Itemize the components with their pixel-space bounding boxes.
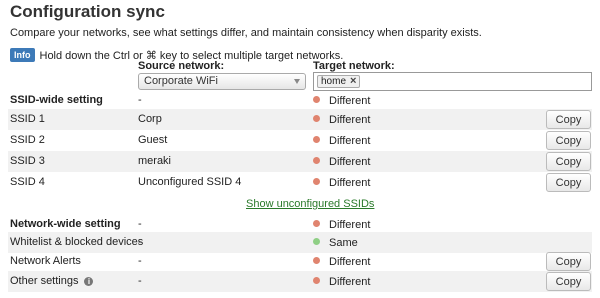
target-network-input[interactable]: home ×	[313, 72, 592, 91]
copy-button[interactable]: Copy	[546, 252, 591, 271]
copy-button[interactable]: Copy	[546, 173, 591, 192]
table-row-ssid-1: SSID 1 Corp Different Copy	[8, 109, 592, 130]
status-text: Different	[329, 114, 371, 126]
target-network-label: Target network:	[313, 60, 395, 72]
status-dot	[313, 220, 320, 227]
source-value: -	[138, 236, 142, 248]
table-row-network-alerts: Network Alerts - Different Copy	[8, 251, 592, 272]
setting-name-with-help: Other settings i	[10, 275, 94, 287]
source-network-label: Source network:	[138, 60, 225, 72]
status-dot	[313, 257, 320, 264]
status-text: Different	[329, 135, 371, 147]
status-dot	[313, 157, 320, 164]
status-text: Different	[329, 95, 371, 107]
ssid-header-row: SSID-wide setting - Different	[8, 90, 592, 111]
show-unconfigured-ssids-link[interactable]: Show unconfigured SSIDs	[246, 198, 374, 210]
info-badge: Info	[10, 48, 35, 62]
source-value: Unconfigured SSID 4	[138, 176, 242, 188]
status-dot	[313, 115, 320, 122]
setting-name: Network Alerts	[10, 255, 81, 267]
copy-button[interactable]: Copy	[546, 110, 591, 129]
source-value: -	[138, 275, 142, 287]
status-text: Different	[329, 256, 371, 268]
table-row-other-settings: Other settings i - Different Copy	[8, 271, 592, 292]
copy-button[interactable]: Copy	[546, 152, 591, 171]
status-dot	[313, 136, 320, 143]
chevron-down-icon	[294, 79, 300, 84]
source-value: meraki	[138, 155, 172, 167]
network-header-source: -	[138, 218, 142, 230]
source-network-select[interactable]: Corporate WiFi	[138, 73, 306, 90]
setting-name: SSID 4	[10, 176, 45, 188]
source-value: Corp	[138, 113, 162, 125]
ssid-header-source: -	[138, 94, 142, 106]
page-title: Configuration sync	[10, 2, 165, 21]
status-dot	[313, 238, 320, 245]
status-text: Different	[329, 177, 371, 189]
status-text: Different	[329, 156, 371, 168]
status-text: Different	[329, 219, 371, 231]
page-description: Compare your networks, see what settings…	[10, 27, 482, 39]
target-network-tag: home ×	[317, 75, 361, 88]
setting-name: Whitelist & blocked devices	[10, 236, 144, 248]
source-value: Guest	[138, 134, 168, 146]
copy-button[interactable]: Copy	[546, 131, 591, 150]
remove-tag-icon[interactable]: ×	[350, 76, 356, 87]
status-text: Same	[329, 237, 358, 249]
setting-name: Other settings	[10, 275, 79, 287]
status-dot	[313, 277, 320, 284]
setting-name: SSID 1	[10, 113, 45, 125]
setting-name: SSID 3	[10, 155, 45, 167]
target-tag-label: home	[321, 76, 347, 87]
copy-button[interactable]: Copy	[546, 272, 591, 291]
table-row-ssid-2: SSID 2 Guest Different Copy	[8, 130, 592, 151]
ssid-header-label: SSID-wide setting	[10, 94, 103, 106]
setting-name: SSID 2	[10, 134, 45, 146]
info-icon[interactable]: i	[84, 277, 94, 286]
network-header-label: Network-wide setting	[10, 218, 121, 230]
status-text: Different	[329, 276, 371, 288]
status-dot	[313, 178, 320, 185]
status-dot	[313, 96, 320, 103]
source-network-value: Corporate WiFi	[144, 75, 218, 87]
source-value: -	[138, 255, 142, 267]
table-row-whitelist: Whitelist & blocked devices - Same	[8, 232, 592, 253]
table-row-ssid-3: SSID 3 meraki Different Copy	[8, 151, 592, 172]
table-row-ssid-4: SSID 4 Unconfigured SSID 4 Different Cop…	[8, 172, 592, 193]
